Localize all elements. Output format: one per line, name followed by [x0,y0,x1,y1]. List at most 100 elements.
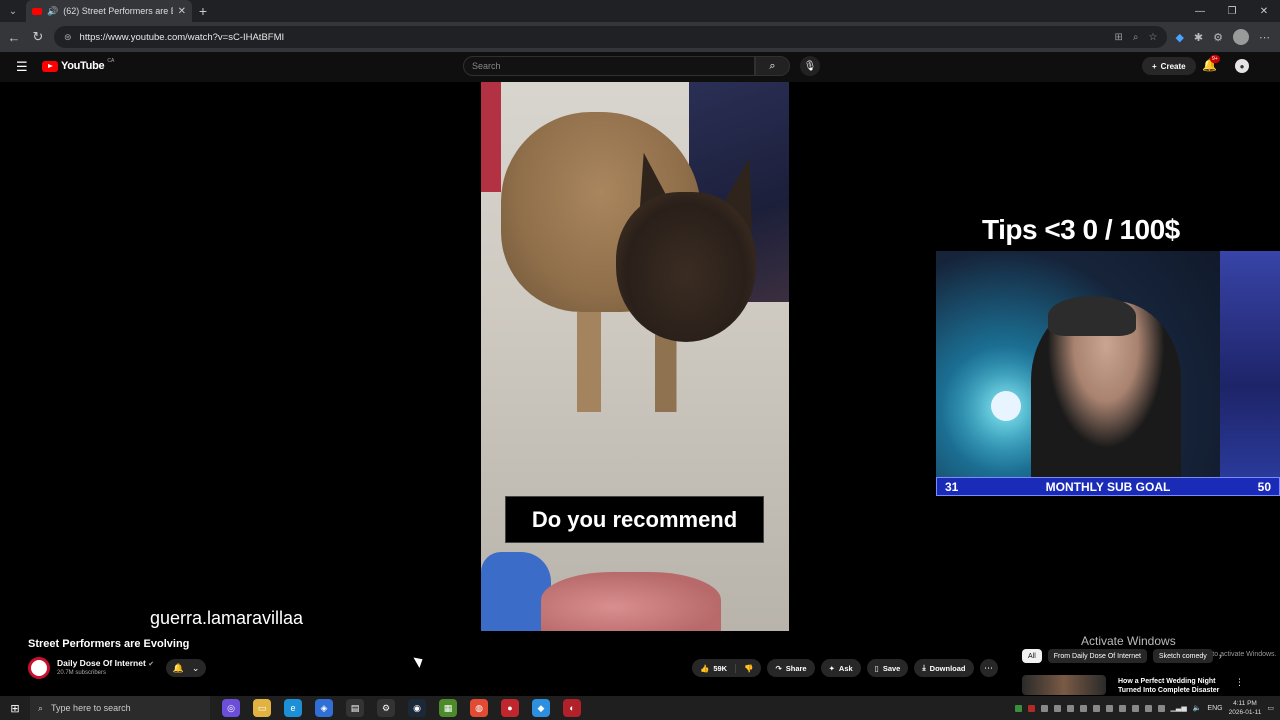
recommendation-title[interactable]: How a Perfect Wedding Night Turned Into … [1118,677,1228,695]
chip-all[interactable]: All [1022,649,1042,663]
more-actions-button[interactable]: ⋯ [979,659,998,677]
video-actions: 👍 59K 👎 ↷ Share ✦ Ask ▯ Save ⤓ Download … [692,659,998,677]
settings-gear-icon[interactable]: ⚙ [377,699,395,717]
windows-taskbar: ⊞ ⌕ Type here to search ◎ ▭ e ◈ ▤ ⚙ ◉ ▦ … [0,696,1280,720]
extension-icon[interactable]: ◆ [1175,31,1183,44]
address-bar[interactable]: ⊜ https://www.youtube.com/watch?v=sC-IHA… [54,26,1168,48]
reload-icon[interactable]: ↻ [30,29,46,45]
sub-goal-target: 50 [1257,479,1271,494]
bell-icon: 🔔 [172,662,184,673]
tray-icon[interactable] [1092,704,1100,712]
app-icon[interactable]: ◐ [563,699,581,717]
notifications-button[interactable]: 🔔 9+ [1202,55,1220,72]
audio-playing-icon[interactable]: 🔊 [47,6,58,17]
tray-icon[interactable] [1027,704,1035,712]
subscription-bell-button[interactable]: 🔔 ⌄ [166,659,206,677]
site-info-icon[interactable]: ⊜ [64,32,72,43]
app-icon[interactable]: ▤ [346,699,364,717]
maximize-icon[interactable]: ❐ [1216,0,1248,22]
tray-icon[interactable] [1157,704,1165,712]
sub-goal-bar: 31 MONTHLY SUB GOAL 50 [936,477,1280,496]
settings-icon[interactable]: ⚙ [1213,31,1223,44]
search-icon: ⌕ [769,59,776,72]
language-indicator[interactable]: ENG [1207,705,1222,712]
notification-center-icon[interactable]: ▭ [1267,704,1274,712]
clock-date: 2026-01-11 [1228,709,1262,716]
browser-tab[interactable]: 🔊 (62) Street Performers are Ev ✕ [26,0,192,22]
tray-icon[interactable] [1014,704,1022,712]
account-avatar[interactable]: ● [1235,59,1249,73]
create-label: Create [1160,61,1186,71]
share-button[interactable]: ↷ Share [767,659,815,677]
close-tab-icon[interactable]: ✕ [178,6,186,17]
save-button[interactable]: ▯ Save [866,659,909,677]
ask-button[interactable]: ✦ Ask [820,659,861,677]
mouse-cursor-icon [413,654,426,668]
tray-icon[interactable] [1053,704,1061,712]
menu-icon[interactable]: ☰ [16,59,28,75]
tray-icon[interactable] [1079,704,1087,712]
recommendation-thumbnail[interactable] [1022,675,1106,695]
channel-name[interactable]: Daily Dose Of Internet [57,658,146,668]
video-frame[interactable] [481,82,789,631]
red-door [481,82,501,192]
create-button[interactable]: + Create [1142,57,1196,75]
tab-list-icon[interactable]: ⌄ [0,0,26,22]
like-button[interactable]: 👍 59K [692,663,737,673]
extensions-puzzle-icon[interactable]: ✱ [1194,31,1203,44]
channel-name-row[interactable]: Daily Dose Of Internet ✔ [57,658,154,668]
tray-icon[interactable] [1118,704,1126,712]
chrome-icon[interactable]: ◍ [470,699,488,717]
app-icon[interactable]: ◈ [315,699,333,717]
sparkle-icon: ✦ [828,663,835,673]
channel-avatar[interactable] [28,657,50,679]
volume-icon[interactable]: 🔈 [1193,704,1202,712]
tray-icon[interactable] [1131,704,1139,712]
edge-icon[interactable]: e [284,699,302,717]
voice-search-button[interactable]: 🎙 [800,56,820,76]
tips-goal-text: Tips <3 0 / 100$ [982,214,1180,245]
steam-icon[interactable]: ◉ [408,699,426,717]
webcam-overlay [936,251,1280,477]
recommendation-more-icon[interactable]: ⋮ [1235,677,1244,688]
back-icon[interactable]: ← [6,30,22,45]
file-explorer-icon[interactable]: ▭ [253,699,271,717]
tray-icon[interactable] [1066,704,1074,712]
lamp [991,391,1021,421]
profile-avatar[interactable] [1233,29,1249,45]
copilot-icon[interactable]: ◎ [222,699,240,717]
chip-sketch-comedy[interactable]: Sketch comedy [1152,649,1213,663]
app-install-icon[interactable]: ⊞ [1114,32,1122,43]
clock[interactable]: 4:11 PM 2026-01-11 [1229,699,1262,717]
bookmark-star-icon[interactable]: ☆ [1148,32,1157,43]
download-button[interactable]: ⤓ Download [914,659,974,677]
tray-icon[interactable] [1040,704,1048,712]
taskbar-search[interactable]: ⌕ Type here to search [30,696,210,720]
url-text[interactable]: https://www.youtube.com/watch?v=sC-IHAtB… [80,32,1107,43]
minecraft-icon[interactable]: ▦ [439,699,457,717]
app-icon[interactable]: ● [501,699,519,717]
ask-label: Ask [838,663,853,673]
youtube-favicon-icon [32,7,42,15]
search-button[interactable]: ⌕ [755,56,790,76]
dislike-button[interactable]: 👎 [736,664,761,673]
tray-icon[interactable] [1105,704,1113,712]
video-title: Street Performers are Evolving [28,638,190,650]
new-tab-button[interactable]: + [192,3,214,19]
search-input[interactable]: Search [463,56,755,76]
youtube-logo[interactable]: YouTube CA [42,58,114,72]
search-icon: ⌕ [38,702,44,713]
close-window-icon[interactable]: ✕ [1248,0,1280,22]
network-icon[interactable]: ▁▃▅ [1171,704,1187,712]
chevron-right-icon[interactable]: › [1219,651,1222,661]
download-icon: ⤓ [922,663,926,672]
zoom-icon[interactable]: ⌕ [1133,32,1139,43]
browser-menu-icon[interactable]: ⋯ [1259,31,1270,44]
app-icon[interactable]: ◆ [532,699,550,717]
windows-start-icon[interactable]: ⊞ [0,696,30,720]
tray-icon[interactable] [1144,704,1152,712]
plus-icon: + [1152,61,1157,71]
minimize-icon[interactable]: — [1184,0,1216,22]
video-caption: Do you recommend [505,496,764,543]
chip-from-channel[interactable]: From Daily Dose Of Internet [1047,649,1147,663]
